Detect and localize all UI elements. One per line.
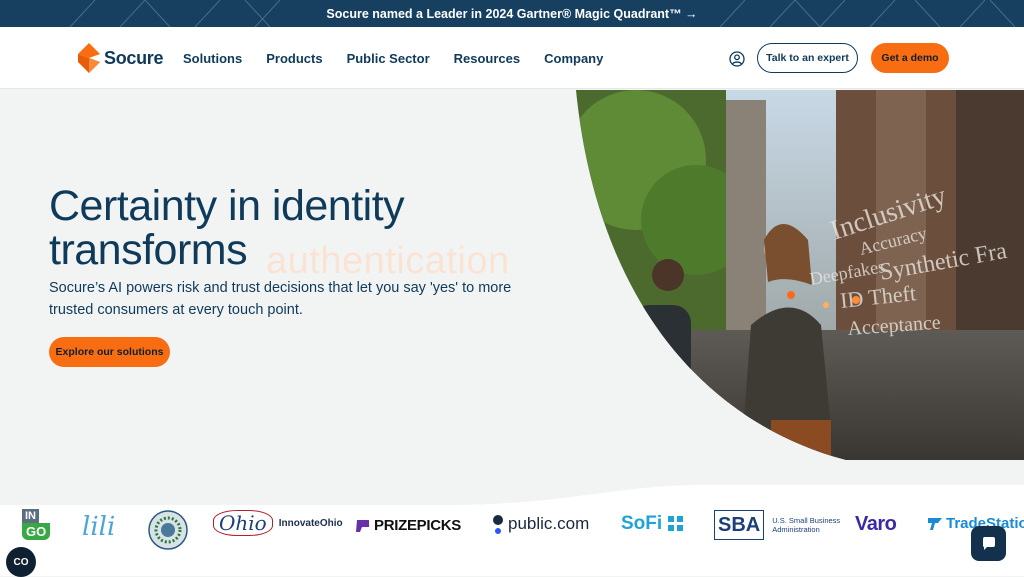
chat-launcher-button[interactable]	[971, 526, 1006, 561]
tradestation-mark-icon	[928, 517, 942, 530]
prizepicks-logo: PRIZEPICKS	[355, 517, 461, 534]
main-menu: Solutions Products Public Sector Resourc…	[183, 51, 627, 66]
banner-text[interactable]: Socure named a Leader in 2024 Gartner® M…	[326, 7, 697, 21]
nav-item-company[interactable]: Company	[544, 51, 603, 66]
varo-logo: Varo	[855, 513, 897, 535]
ohio-seal-icon	[148, 510, 188, 550]
talk-to-expert-button[interactable]: Talk to an expert	[757, 43, 858, 73]
public-wordmark: public.com	[508, 514, 590, 533]
sofi-wordmark: SoFi	[621, 513, 663, 534]
get-demo-button[interactable]: Get a demo	[871, 43, 949, 73]
hero-headline-line-1: Certainty in identity	[49, 182, 405, 230]
public-mark-icon	[493, 515, 503, 534]
sba-logo: SBA U.S. Small Business Administration	[714, 510, 840, 540]
socure-logo-mark	[78, 43, 100, 73]
lili-logo: lili	[82, 512, 116, 542]
top-navigation: Socure Solutions Products Public Sector …	[0, 27, 1024, 89]
sba-line-1: U.S. Small Business	[772, 516, 841, 525]
innovate-ohio-logo: Ohio InnovateOhio	[213, 510, 343, 536]
innovate-ohio-wordmark: InnovateOhio	[278, 517, 343, 529]
sofi-mark-icon	[668, 516, 684, 531]
ingo-bottom: GO	[22, 523, 51, 540]
public-logo: public.com	[492, 513, 589, 535]
nav-item-resources[interactable]: Resources	[454, 51, 520, 66]
customer-logos: IN GO lili Ohio InnovateOhio PRIZEPICKS …	[0, 500, 1024, 576]
prizepicks-mark-icon	[356, 519, 369, 532]
cookie-consent-button[interactable]: CO	[6, 547, 36, 577]
hero-section: Certainty in identity transforms authent…	[0, 90, 1024, 576]
prizepicks-wordmark: PRIZEPICKS	[374, 517, 462, 534]
ohio-wordmark: Ohio	[213, 510, 273, 536]
user-circle-icon[interactable]	[729, 51, 745, 67]
nav-item-public-sector[interactable]: Public Sector	[347, 51, 430, 66]
hero-photo: Inclusivity Accuracy Deepfakes Synthetic…	[576, 90, 1024, 460]
ingo-logo: IN GO	[22, 509, 51, 540]
chat-icon	[982, 536, 995, 550]
sofi-logo: SoFi	[621, 513, 685, 535]
explore-solutions-button[interactable]: Explore our solutions	[49, 337, 170, 367]
announcement-banner[interactable]: Socure named a Leader in 2024 Gartner® M…	[0, 0, 1024, 27]
logo-text: Socure	[104, 47, 164, 68]
nav-item-products[interactable]: Products	[266, 51, 322, 66]
nav-item-solutions[interactable]: Solutions	[183, 51, 242, 66]
sba-wordmark: SBA	[714, 510, 765, 540]
socure-logo[interactable]: Socure	[78, 42, 164, 74]
sba-line-2: Administration	[772, 525, 820, 534]
hero-subtitle: Socure’s AI powers risk and trust decisi…	[49, 280, 512, 318]
ingo-top: IN	[22, 509, 39, 523]
